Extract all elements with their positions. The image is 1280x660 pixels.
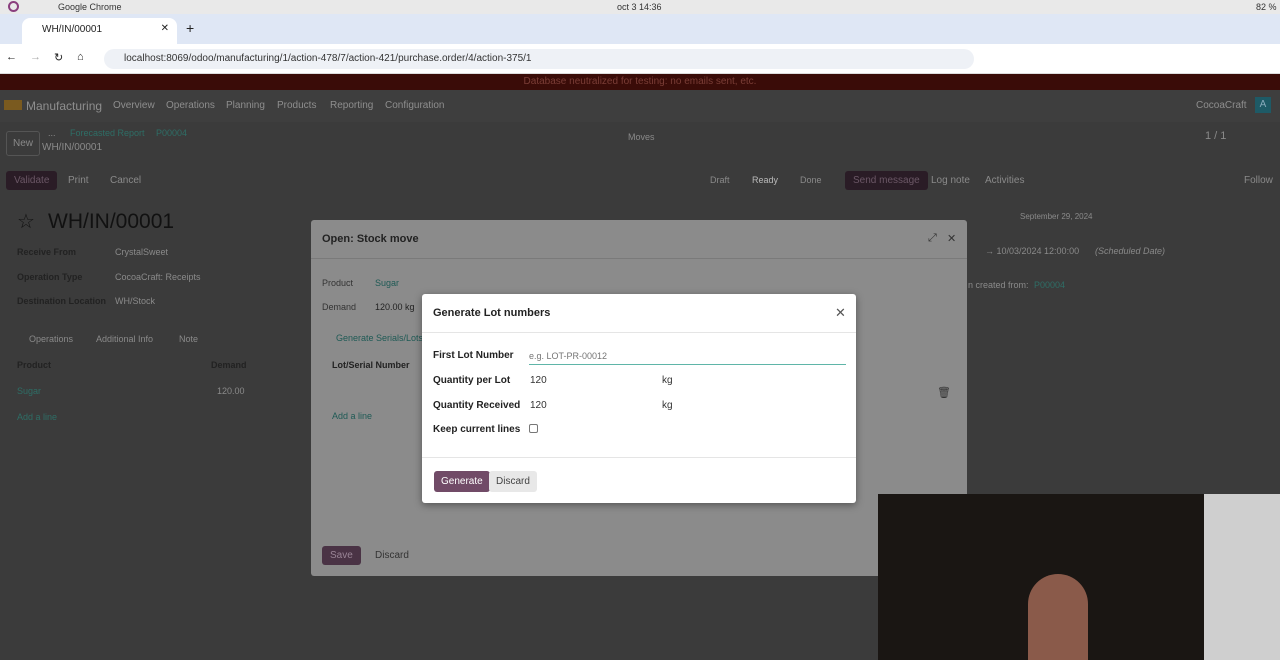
generate-button[interactable]: Generate	[434, 471, 490, 492]
row-product[interactable]: Sugar	[17, 386, 41, 396]
dialog-title: Generate Lot numbers	[433, 307, 551, 319]
send-message-button[interactable]: Send message	[845, 171, 928, 190]
field-label: Receive From	[17, 247, 77, 257]
presenter-image	[1028, 574, 1088, 660]
moves-button[interactable]: Moves	[628, 132, 655, 142]
address-bar[interactable]: localhost:8069/odoo/manufacturing/1/acti…	[104, 49, 974, 69]
app-name[interactable]: Manufacturing	[26, 99, 102, 113]
tab-additional-info[interactable]: Additional Info	[96, 334, 153, 344]
os-top-bar: Google Chrome oct 3 14:36 82 %	[0, 0, 1280, 14]
nav-configuration[interactable]: Configuration	[385, 100, 444, 111]
record-title: WH/IN/00001	[48, 210, 175, 233]
column-demand: Demand	[211, 360, 247, 370]
qty-per-lot-unit: kg	[662, 375, 673, 386]
tab-operations[interactable]: Operations	[29, 334, 73, 344]
add-line-link[interactable]: Add a line	[332, 411, 372, 421]
expand-icon[interactable]: ⤢	[928, 232, 937, 245]
save-button[interactable]: Save	[322, 546, 361, 565]
home-icon[interactable]: ⌂	[77, 51, 84, 63]
state-draft[interactable]: Draft	[710, 175, 730, 185]
chatter-change: → 10/03/2024 12:00:00	[985, 246, 1080, 256]
qty-per-lot-label: Quantity per Lot	[433, 375, 511, 386]
field-label: Operation Type	[17, 272, 83, 282]
generate-serials-button[interactable]: Generate Serials/Lots	[336, 333, 423, 343]
print-button[interactable]: Print	[60, 171, 97, 190]
nav-operations[interactable]: Operations	[166, 100, 215, 111]
os-app-name: Google Chrome	[58, 2, 122, 12]
qty-per-lot-input[interactable]: 120	[530, 375, 547, 386]
keep-lines-label: Keep current lines	[433, 424, 521, 435]
back-icon[interactable]: ←	[6, 51, 17, 63]
webcam-background	[1204, 494, 1280, 660]
neutralized-banner: Database neutralized for testing: no ema…	[0, 74, 1280, 90]
battery-level: 82 %	[1256, 2, 1277, 12]
keep-lines-checkbox[interactable]	[529, 424, 538, 433]
discard-button[interactable]: Discard	[367, 546, 417, 565]
state-done[interactable]: Done	[800, 175, 822, 185]
os-clock: oct 3 14:36	[617, 2, 662, 12]
follow-button[interactable]: Follow	[1244, 175, 1273, 186]
pager: 1 / 1	[1205, 130, 1227, 142]
row-demand: 120.00	[217, 386, 245, 396]
chatter-created-link[interactable]: P00004	[1034, 280, 1065, 290]
validate-button[interactable]: Validate	[6, 171, 58, 190]
dialog-title: Open: Stock move	[322, 233, 419, 245]
tab-note[interactable]: Note	[179, 334, 198, 344]
tab-title: WH/IN/00001	[42, 24, 103, 35]
lot-column: Lot/Serial Number	[332, 360, 410, 370]
product-label: Product	[322, 278, 354, 288]
log-note-button[interactable]: Log note	[931, 175, 970, 186]
first-lot-input[interactable]	[529, 347, 846, 365]
qty-received-label: Quantity Received	[433, 400, 521, 411]
avatar[interactable]: A	[1255, 97, 1271, 113]
nav-planning[interactable]: Planning	[226, 100, 265, 111]
first-lot-label: First Lot Number	[433, 350, 514, 361]
demand-value: 120.00 kg	[375, 302, 415, 312]
column-product: Product	[17, 360, 52, 370]
forward-icon[interactable]: →	[30, 51, 41, 63]
field-value[interactable]: WH/Stock	[115, 296, 155, 306]
product-value[interactable]: Sugar	[375, 278, 399, 288]
nav-products[interactable]: Products	[277, 100, 316, 111]
activities-button[interactable]: Activities	[985, 175, 1024, 186]
close-tab-icon[interactable]: ✕	[161, 23, 169, 34]
generate-lots-dialog: Generate Lot numbers ✕ First Lot Number …	[422, 294, 856, 503]
os-logo-icon	[8, 1, 19, 12]
company-name[interactable]: CocoaCraft	[1196, 100, 1247, 111]
breadcrumb-current: WH/IN/00001	[42, 142, 103, 153]
browser-tab[interactable]: WH/IN/00001 ✕	[22, 18, 177, 44]
app-logo-icon	[4, 100, 22, 110]
breadcrumb-po[interactable]: P00004	[156, 128, 187, 138]
field-label: Destination Location	[17, 296, 107, 306]
breadcrumb-forecast[interactable]: Forecasted Report	[70, 128, 145, 138]
breadcrumb-root[interactable]: ...	[48, 128, 56, 138]
add-line-link[interactable]: Add a line	[17, 412, 57, 422]
chatter-date: September 29, 2024	[1020, 212, 1093, 221]
qty-received-input[interactable]: 120	[530, 400, 547, 411]
favorite-star-icon[interactable]: ☆	[17, 209, 35, 234]
close-icon[interactable]: ✕	[835, 305, 846, 321]
demand-label: Demand	[322, 302, 357, 312]
new-button[interactable]: New	[6, 131, 41, 156]
nav-reporting[interactable]: Reporting	[330, 100, 373, 111]
discard-button[interactable]: Discard	[489, 471, 537, 492]
cancel-button[interactable]: Cancel	[102, 171, 149, 190]
chatter-created: n created from:	[968, 280, 1029, 290]
new-tab-icon[interactable]: +	[186, 20, 194, 36]
reload-icon[interactable]: ↻	[54, 51, 63, 64]
main-navbar: Manufacturing Overview Operations Planni…	[0, 90, 1280, 122]
close-icon[interactable]: ✕	[947, 232, 956, 245]
chatter-change-label: (Scheduled Date)	[1095, 246, 1166, 256]
nav-overview[interactable]: Overview	[113, 100, 155, 111]
qty-received-unit: kg	[662, 400, 673, 411]
state-ready[interactable]: Ready	[752, 175, 778, 185]
webcam-overlay	[878, 494, 1280, 660]
field-value[interactable]: CocoaCraft: Receipts	[115, 272, 201, 282]
field-value[interactable]: CrystalSweet	[115, 247, 168, 257]
trash-icon[interactable]: 🗑	[937, 386, 951, 399]
